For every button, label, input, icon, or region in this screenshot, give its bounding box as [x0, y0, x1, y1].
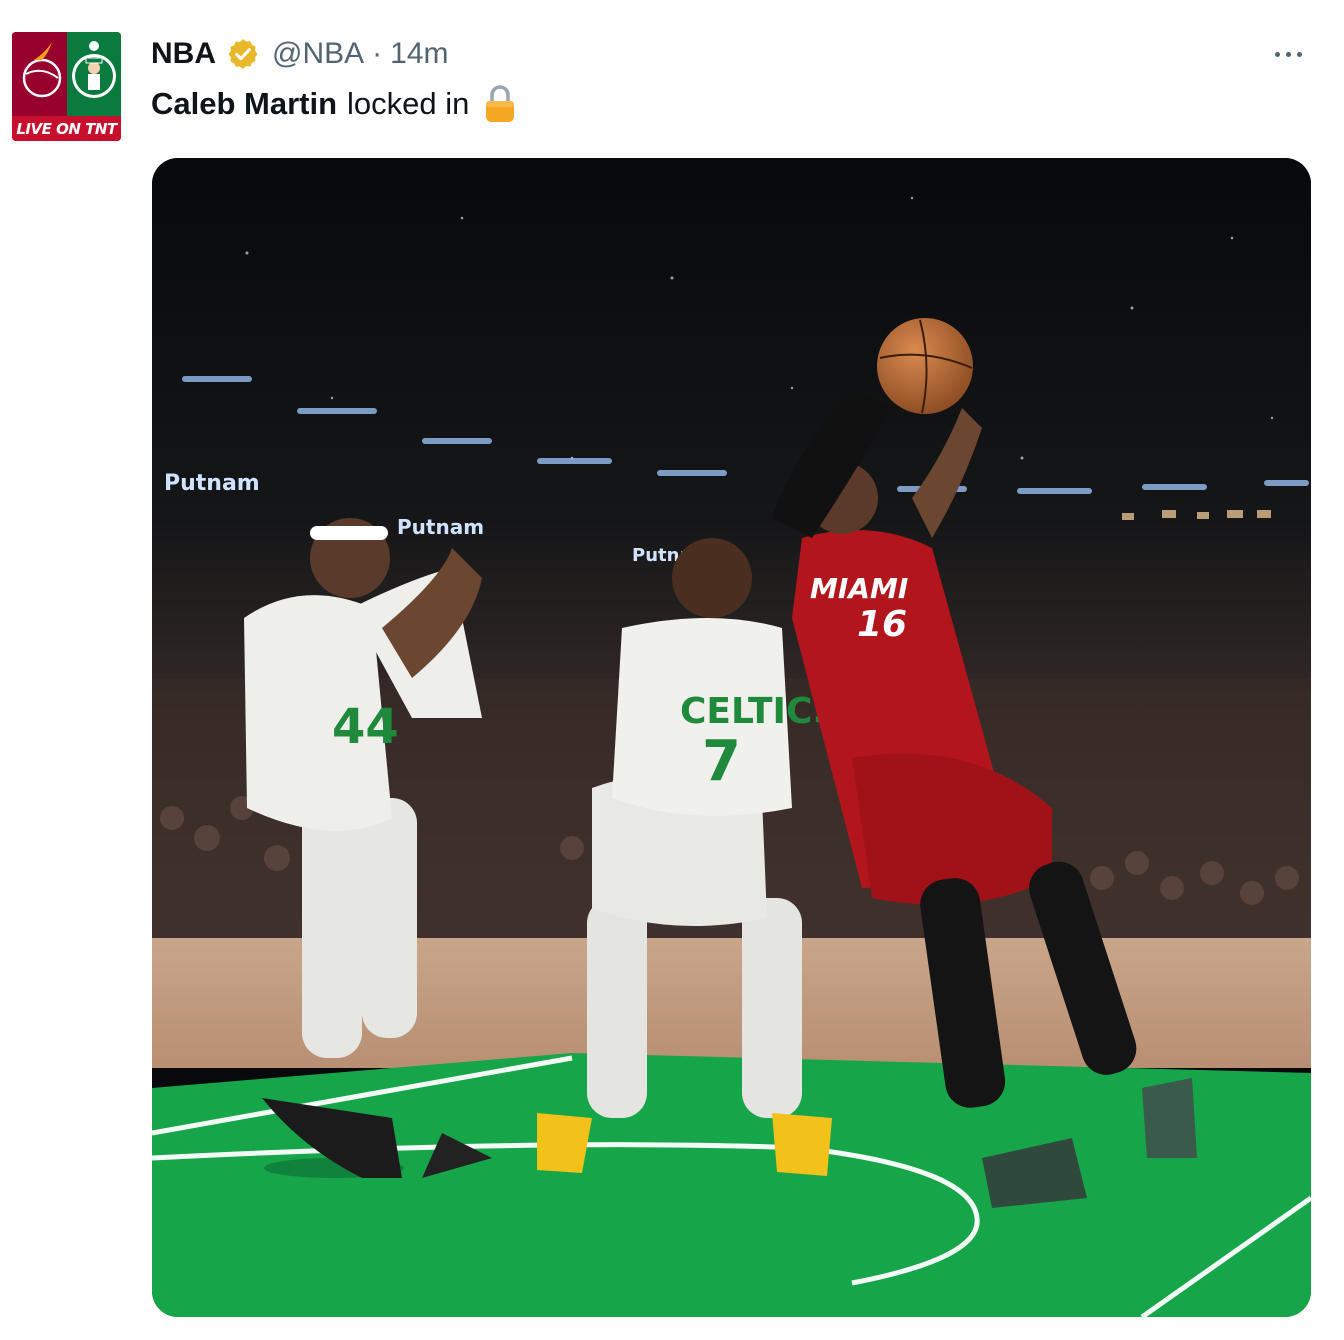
tweet: LIVE ON TNT NBA @NBA · 14m Caleb Martin … — [0, 0, 1344, 1340]
more-options-button[interactable] — [1268, 40, 1308, 68]
avatar-caption: LIVE ON TNT — [12, 116, 121, 141]
putnam-sign-2: Putnam — [397, 515, 484, 539]
tweet-header: NBA @NBA · 14m — [151, 36, 449, 72]
verified-badge-icon — [228, 39, 258, 69]
tweet-text-rest: locked in — [347, 86, 470, 121]
separator: · — [372, 37, 383, 70]
putnam-sign-1: Putnam — [164, 471, 260, 496]
more-dot — [1296, 51, 1302, 57]
tweet-media-image[interactable]: Putnam Putnam Putnam 44 CELTICS 7 MIAMI … — [152, 158, 1311, 1317]
court-paint — [152, 1053, 1311, 1317]
more-dot — [1285, 51, 1291, 57]
svg-text:44: 44 — [332, 699, 399, 755]
author-name[interactable]: NBA — [151, 37, 216, 71]
more-options-icon — [1274, 51, 1280, 57]
basketball-photo: Putnam Putnam Putnam 44 CELTICS 7 MIAMI … — [152, 158, 1311, 1317]
tweet-text-bold: Caleb Martin — [151, 86, 338, 121]
heat-jersey-number: 16 — [857, 604, 907, 645]
team-logos-icon — [22, 41, 116, 98]
tweet-text: Caleb Martin locked in — [151, 84, 517, 124]
timestamp[interactable]: 14m — [390, 37, 448, 71]
heat-jersey-text: MIAMI — [810, 572, 908, 605]
celtics-jersey-number: 7 — [702, 729, 741, 794]
author-handle[interactable]: @NBA — [272, 37, 364, 71]
lock-emoji-icon — [486, 85, 515, 122]
avatar[interactable]: LIVE ON TNT — [12, 32, 121, 141]
